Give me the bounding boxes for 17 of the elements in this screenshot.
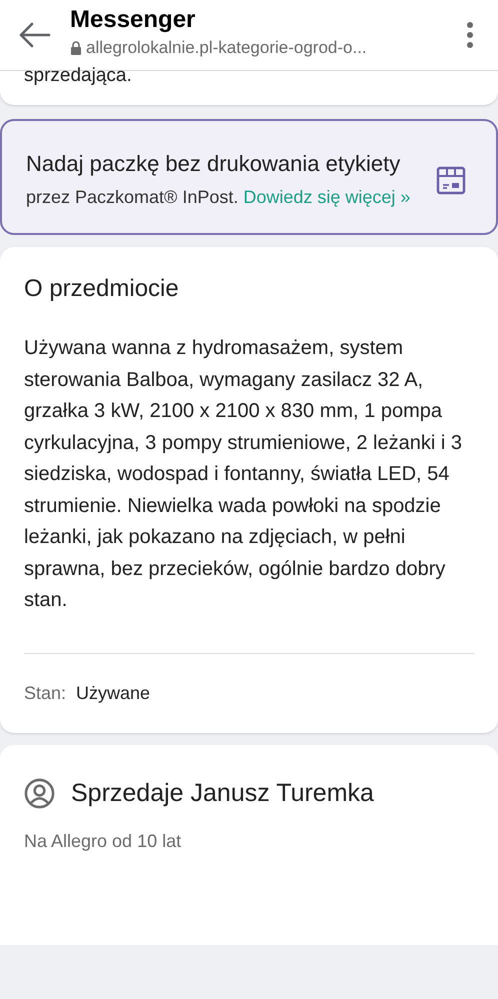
learn-more-link[interactable]: Dowiedz się więcej » [243, 187, 410, 207]
banner-text: przez Paczkomat® InPost. Dowiedz się więcej » [26, 186, 412, 209]
seller-since: Na Allegro od 10 lat [24, 830, 182, 853]
package-icon [436, 165, 466, 195]
user-icon [24, 778, 55, 809]
item-description: Używana wanna z hydromasażem, system sterowania Balboa, wymagany zasilacz 32 A, grzałka 3 kW, 2100 x 2100 x 830 mm, 1 pompa cyrkulacyjna, 3 pompy strumieniowe, 2 leżanki i 3 siedziska, wodospad i fontanny, światła LED, 54 strumienie. Niewielka wada powłoki na spodzie leżanki, jak pokazano na zdjęciach, w pełni sprawna, bez przecieków, ogólnie bardzo dobry stan. [24, 336, 463, 613]
lock-icon [70, 41, 82, 55]
seller-name: Sprzedaje Janusz Turemka [71, 778, 374, 808]
card-text: sprzedająca. [24, 67, 133, 85]
back-arrow-icon [18, 21, 52, 49]
banner-title: Nadaj paczkę bez drukowania etykiety [26, 150, 402, 178]
page-title: Messenger [70, 5, 196, 36]
condition-label: Stan: [24, 682, 66, 704]
condition-value: Używane [76, 682, 150, 705]
section-title: O przedmiocie [24, 274, 180, 304]
more-icon [466, 21, 474, 49]
url-text: allegrolokalnie.pl-kategorie-ogrod-o... [86, 37, 367, 60]
